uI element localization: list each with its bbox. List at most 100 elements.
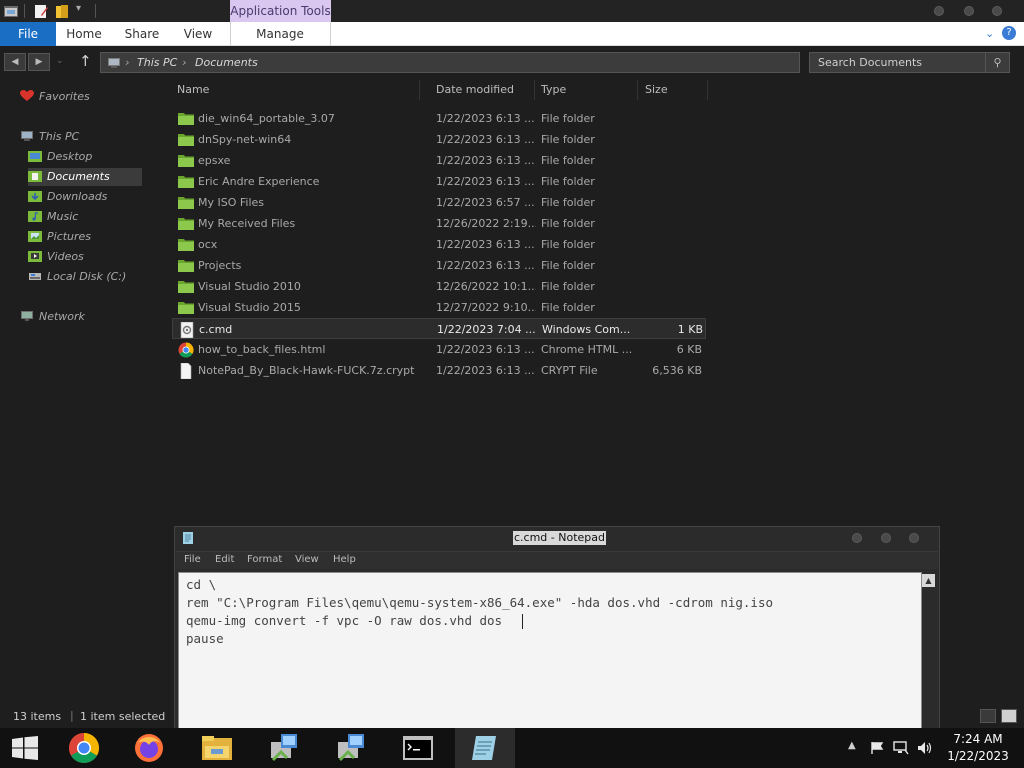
- file-row[interactable]: dnSpy-net-win64 1/22/2023 6:13 ... File fo…: [172, 129, 706, 150]
- tab-view[interactable]: View: [180, 22, 216, 46]
- file-row[interactable]: NotePad_By_Black-Hawk-FUCK.7z.crypt 1/22/…: [172, 360, 706, 381]
- file-date-modified: 1/22/2023 6:13 ...: [436, 343, 535, 356]
- forward-button[interactable]: ▶: [28, 53, 50, 71]
- file-row[interactable]: die_win64_portable_3.07 1/22/2023 6:13 ..…: [172, 108, 706, 129]
- volume-icon[interactable]: [917, 740, 933, 756]
- expand-ribbon-icon[interactable]: ⌄: [985, 27, 994, 40]
- chrome-icon: [178, 342, 194, 358]
- file-size: [642, 234, 702, 255]
- tab-file[interactable]: File: [0, 22, 56, 46]
- start-button[interactable]: [0, 728, 50, 768]
- file-type: File folder: [541, 175, 595, 188]
- column-header-size[interactable]: Size: [640, 80, 708, 100]
- taskbar-notepad[interactable]: [455, 728, 515, 768]
- details-view-button[interactable]: [980, 709, 996, 723]
- minimize-button[interactable]: [934, 6, 944, 16]
- file-row[interactable]: Visual Studio 2010 12/26/2022 10:1... File…: [172, 276, 706, 297]
- taskbar-setup-app[interactable]: [255, 728, 315, 768]
- menu-view[interactable]: View: [295, 554, 319, 565]
- close-button[interactable]: [992, 6, 1002, 16]
- file-date-modified: 1/22/2023 6:13 ...: [436, 133, 535, 146]
- file-size: [642, 255, 702, 276]
- file-row[interactable]: My Received Files 12/26/2022 2:19... File …: [172, 213, 706, 234]
- notepad-minimize-button[interactable]: [852, 533, 862, 543]
- sidebar-item-local-disk[interactable]: Local Disk (C:): [28, 268, 142, 286]
- file-type: File folder: [541, 154, 595, 167]
- recent-locations-icon[interactable]: ⌄: [56, 56, 64, 66]
- large-icons-view-button[interactable]: [1001, 709, 1017, 723]
- file-row[interactable]: c.cmd 1/22/2023 7:04 ... Windows Com... 1 K…: [172, 318, 706, 339]
- menu-help[interactable]: Help: [333, 554, 356, 565]
- breadcrumb-this-pc[interactable]: This PC: [137, 56, 177, 69]
- file-row[interactable]: Eric Andre Experience 1/22/2023 6:13 ... F…: [172, 171, 706, 192]
- tab-home[interactable]: Home: [63, 22, 105, 46]
- file-row[interactable]: how_to_back_files.html 1/22/2023 6:13 ...…: [172, 339, 706, 360]
- vertical-scrollbar[interactable]: ▲: [922, 572, 936, 729]
- sidebar-item-music[interactable]: Music: [28, 208, 142, 226]
- column-header-date[interactable]: Date modified: [431, 80, 535, 100]
- file-row[interactable]: Visual Studio 2015 12/27/2022 9:10... File…: [172, 297, 706, 318]
- sidebar-item-this-pc[interactable]: This PC: [20, 128, 79, 146]
- file-name: My Received Files: [198, 217, 296, 230]
- menu-file[interactable]: File: [184, 554, 201, 565]
- notepad-icon: [472, 736, 496, 760]
- file-type: File folder: [541, 280, 595, 293]
- sidebar-item-desktop[interactable]: Desktop: [28, 148, 142, 166]
- folder-icon: [178, 279, 194, 293]
- action-center-flag-icon[interactable]: [870, 741, 884, 755]
- chrome-icon: [68, 733, 100, 764]
- new-folder-icon[interactable]: [55, 3, 71, 19]
- taskbar-firefox[interactable]: [120, 728, 180, 768]
- sidebar-item-label: Favorites: [39, 90, 90, 103]
- sidebar-item-documents[interactable]: Documents: [28, 168, 142, 186]
- installer-icon: [271, 734, 297, 762]
- sidebar-item-label: Network: [39, 310, 85, 323]
- file-row[interactable]: ocx 1/22/2023 6:13 ... File folder: [172, 234, 706, 255]
- back-button[interactable]: ◀: [4, 53, 26, 71]
- taskbar-file-explorer[interactable]: [187, 728, 247, 768]
- sidebar-item-downloads[interactable]: Downloads: [28, 188, 142, 206]
- help-icon[interactable]: ?: [1002, 26, 1016, 40]
- notepad-close-button[interactable]: [909, 533, 919, 543]
- file-size: [642, 129, 702, 150]
- system-clock[interactable]: 7:24 AM 1/22/2023: [940, 731, 1016, 765]
- properties-icon[interactable]: [33, 3, 49, 19]
- explorer-window-icon: [4, 6, 18, 17]
- notepad-maximize-button[interactable]: [881, 533, 891, 543]
- customize-quick-access-icon[interactable]: ▾: [76, 3, 81, 14]
- up-arrow-icon[interactable]: ↑: [79, 52, 92, 70]
- tab-share[interactable]: Share: [122, 22, 162, 46]
- search-icon[interactable]: ⚲: [985, 53, 1009, 72]
- taskbar-chrome[interactable]: [55, 728, 115, 768]
- tab-manage[interactable]: Manage: [250, 22, 310, 46]
- file-date-modified: 1/22/2023 6:13 ...: [436, 154, 535, 167]
- sidebar-item-network[interactable]: Network: [20, 308, 85, 326]
- column-header-name[interactable]: Name: [172, 80, 420, 100]
- scroll-up-icon[interactable]: ▲: [922, 574, 935, 587]
- sidebar-item-pictures[interactable]: Pictures: [28, 228, 142, 246]
- search-placeholder: Search Documents: [818, 56, 923, 69]
- maximize-button[interactable]: [964, 6, 974, 16]
- search-input[interactable]: Search Documents ⚲: [809, 52, 1010, 73]
- notepad-title-bar[interactable]: c.cmd - Notepad: [175, 527, 939, 549]
- network-status-icon[interactable]: [893, 741, 909, 755]
- taskbar-command-prompt[interactable]: [388, 728, 448, 768]
- file-row[interactable]: Projects 1/22/2023 6:13 ... File folder: [172, 255, 706, 276]
- file-row[interactable]: epsxe 1/22/2023 6:13 ... File folder: [172, 150, 706, 171]
- this-pc-icon: [108, 58, 120, 68]
- file-type: File folder: [541, 112, 595, 125]
- sidebar-item-favorites[interactable]: Favorites: [20, 88, 90, 106]
- file-date-modified: 1/22/2023 6:13 ...: [436, 364, 535, 377]
- file-name: dnSpy-net-win64: [198, 133, 292, 146]
- address-bar[interactable]: › This PC › Documents ↻: [100, 52, 892, 73]
- show-hidden-icons-icon[interactable]: ▲: [848, 740, 856, 751]
- sidebar-item-videos[interactable]: Videos: [28, 248, 142, 266]
- breadcrumb-documents[interactable]: Documents: [195, 56, 258, 69]
- menu-format[interactable]: Format: [247, 554, 282, 565]
- menu-edit[interactable]: Edit: [215, 554, 234, 565]
- taskbar-setup-app-2[interactable]: [322, 728, 382, 768]
- file-row[interactable]: My ISO Files 1/22/2023 6:57 ... File folde…: [172, 192, 706, 213]
- desktop: ▾ Application Tools File Home Share View…: [0, 0, 1024, 768]
- column-header-type[interactable]: Type: [536, 80, 638, 100]
- notepad-text-area[interactable]: cd \ rem "C:\Program Files\qemu\qemu-sys…: [178, 572, 922, 729]
